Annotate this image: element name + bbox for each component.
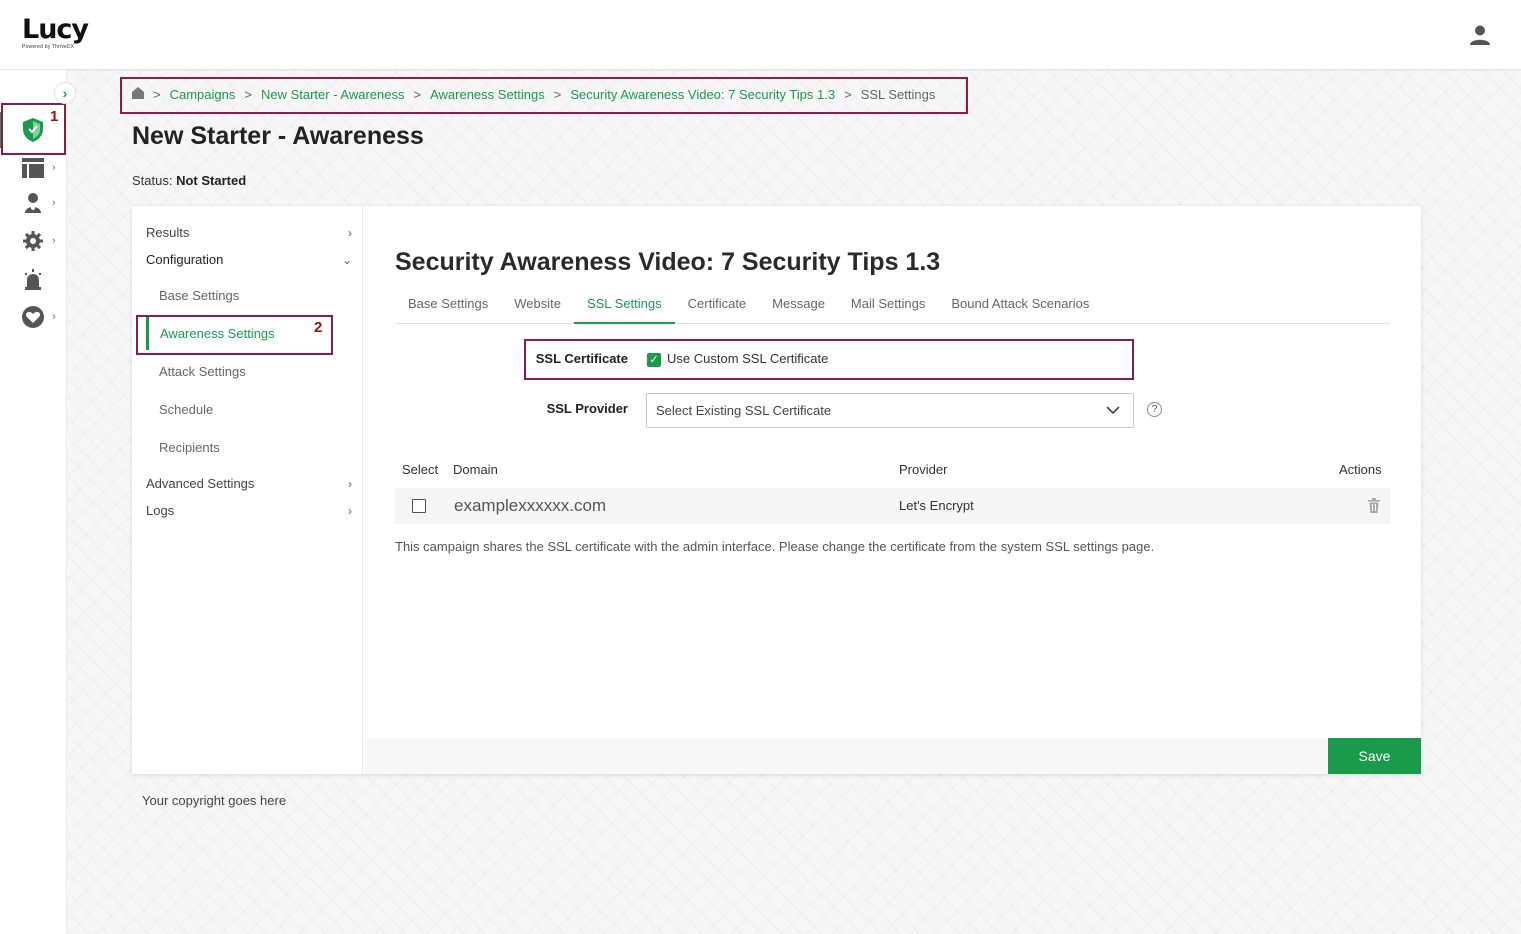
annotation-box-breadcrumb <box>120 77 968 114</box>
nav-attack-settings[interactable]: Attack Settings <box>159 364 246 379</box>
tab-base-settings[interactable]: Base Settings <box>395 294 501 324</box>
status-label: Status: <box>132 173 173 188</box>
card-footer: Save <box>364 738 1421 774</box>
rail-item-settings[interactable]: › <box>0 223 67 259</box>
logo[interactable]: Lucy Powered by ThriveDX <box>22 14 89 51</box>
nav-configuration[interactable]: Configuration ⌄ <box>146 252 356 267</box>
logo-text: Lucy <box>22 14 89 45</box>
nav-advanced-settings[interactable]: Advanced Settings › <box>146 476 356 491</box>
save-button[interactable]: Save <box>1328 738 1421 774</box>
tab-website[interactable]: Website <box>501 294 574 324</box>
help-icon[interactable]: ? <box>1147 402 1162 417</box>
settings-card: Results › Configuration ⌄ Base Settings … <box>132 206 1421 774</box>
column-header-select: Select <box>402 462 439 477</box>
nav-recipients[interactable]: Recipients <box>159 440 220 455</box>
users-icon <box>21 191 45 215</box>
alarm-icon <box>21 268 45 292</box>
campaign-status: Status: Not Started <box>132 173 246 188</box>
list-icon <box>21 156 45 180</box>
row-provider: Let's Encrypt <box>899 498 974 513</box>
nav-advanced-label: Advanced Settings <box>146 476 255 491</box>
tab-certificate[interactable]: Certificate <box>675 294 760 324</box>
ssl-provider-select[interactable]: Select Existing SSL Certificate <box>646 393 1134 428</box>
row-domain: examplexxxxxx.com <box>454 496 607 515</box>
annotation-box-2 <box>136 315 333 355</box>
chevron-right-icon: › <box>52 197 56 209</box>
copyright: Your copyright goes here <box>142 793 287 808</box>
chevron-right-icon: › <box>348 503 352 518</box>
status-value: Not Started <box>176 173 247 188</box>
annotation-number-1: 1 <box>50 108 59 125</box>
user-icon[interactable] <box>1469 24 1491 46</box>
page-title: New Starter - Awareness <box>132 122 424 150</box>
ssl-provider-value: Select Existing SSL Certificate <box>656 403 832 418</box>
rail-item-support[interactable]: › <box>0 299 67 335</box>
chevron-right-icon: › <box>348 476 352 491</box>
chevron-right-icon: › <box>62 85 68 101</box>
chevron-down-icon: ⌄ <box>341 252 352 267</box>
chevron-right-icon: › <box>52 311 56 323</box>
rail-item-alerts[interactable] <box>0 262 67 298</box>
nav-configuration-label: Configuration <box>146 252 224 267</box>
rail-item-library[interactable]: › <box>0 150 67 186</box>
tab-mail-settings[interactable]: Mail Settings <box>838 294 938 324</box>
rail-item-users[interactable]: › <box>0 185 67 221</box>
trash-icon[interactable] <box>1368 498 1380 513</box>
tab-message[interactable]: Message <box>759 294 838 324</box>
nav-results[interactable]: Results › <box>146 225 356 240</box>
content-title: Security Awareness Video: 7 Security Tip… <box>395 248 941 276</box>
column-header-domain: Domain <box>453 462 498 477</box>
annotation-box-ssl-certificate <box>524 339 1134 380</box>
tab-ssl-settings[interactable]: SSL Settings <box>573 294 675 324</box>
column-header-actions: Actions <box>1339 462 1382 477</box>
content-panel: Security Awareness Video: 7 Security Tip… <box>364 206 1421 774</box>
gear-icon <box>21 229 45 253</box>
heart-icon <box>21 305 45 329</box>
top-bar: Lucy Powered by ThriveDX <box>0 0 1521 70</box>
annotation-number-2: 2 <box>314 319 323 336</box>
chevron-right-icon: › <box>52 162 56 174</box>
nav-logs-label: Logs <box>146 503 175 518</box>
campaign-side-nav: Results › Configuration ⌄ Base Settings … <box>132 206 363 774</box>
ssl-note: This campaign shares the SSL certificate… <box>395 539 1155 554</box>
nav-logs[interactable]: Logs › <box>146 503 356 518</box>
chevron-right-icon: › <box>348 225 352 240</box>
table-row: examplexxxxxx.com Let's Encrypt <box>395 488 1390 524</box>
expand-rail-button[interactable]: › <box>54 82 76 104</box>
chevron-down-icon <box>1106 406 1120 415</box>
row-select-checkbox[interactable] <box>412 499 426 513</box>
nav-schedule[interactable]: Schedule <box>159 402 213 417</box>
tab-bar: Base Settings Website SSL Settings Certi… <box>395 294 1390 324</box>
tab-bound-attack-scenarios[interactable]: Bound Attack Scenarios <box>938 294 1102 324</box>
chevron-right-icon: › <box>52 235 56 247</box>
column-header-provider: Provider <box>899 462 948 477</box>
nav-base-settings[interactable]: Base Settings <box>159 288 239 303</box>
nav-results-label: Results <box>146 225 190 240</box>
ssl-provider-label: SSL Provider <box>546 401 628 416</box>
